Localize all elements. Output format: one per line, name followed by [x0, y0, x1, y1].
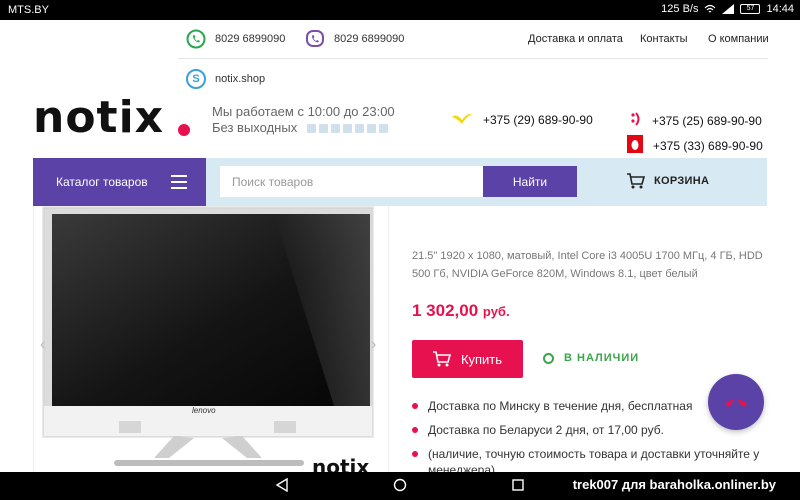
- cart-link[interactable]: КОРЗИНА: [627, 173, 709, 189]
- cart-label: КОРЗИНА: [654, 175, 710, 187]
- product-specs: 21.5" 1920 x 1080, матовый, Intel Core i…: [412, 250, 763, 280]
- monitor-illustration: [42, 206, 374, 466]
- phone-mts[interactable]: +375 (33) 689-90-90: [627, 135, 763, 156]
- buy-label: Купить: [460, 351, 503, 367]
- phone-velcom-number: +375 (29) 689-90-90: [483, 112, 593, 127]
- carrier-label: MTS.BY: [8, 4, 49, 16]
- search-input[interactable]: Поиск товаров: [220, 166, 483, 197]
- home-icon[interactable]: [393, 478, 407, 492]
- android-nav-bar: trek007 для baraholka.onliner.by: [0, 472, 800, 500]
- call-button[interactable]: [708, 374, 764, 430]
- product-price: 1 302,00 руб.: [412, 301, 510, 321]
- phone-mts-number: +375 (33) 689-90-90: [653, 138, 763, 153]
- phone-icon: [725, 399, 747, 407]
- prev-image-arrow[interactable]: ‹: [40, 336, 45, 354]
- back-icon[interactable]: [275, 478, 289, 492]
- menu-icon: [171, 175, 187, 189]
- hours-line-2: Без выходных: [212, 120, 395, 136]
- cart-icon: [627, 173, 645, 189]
- viber-icon: [305, 29, 325, 49]
- network-speed: 125 B/s: [661, 3, 699, 15]
- viber-contact[interactable]: 8029 6899090: [305, 29, 404, 49]
- notix-shop-link[interactable]: S notix.shop: [186, 69, 265, 89]
- price-value: 1 302,00: [412, 301, 479, 320]
- recent-apps-icon[interactable]: [511, 478, 525, 492]
- working-hours: Мы работаем с 10:00 до 23:00 Без выходны…: [212, 104, 395, 136]
- whatsapp-icon: [186, 29, 206, 49]
- cart-icon: [432, 351, 451, 367]
- hours-line-2-text: Без выходных: [212, 120, 298, 135]
- monitor-brand-label: lenovo: [192, 406, 216, 415]
- hours-line-1: Мы работаем с 10:00 до 23:00: [212, 104, 395, 119]
- image-watermark-logo: notix: [312, 455, 370, 472]
- price-currency: руб.: [482, 304, 510, 319]
- phone-life[interactable]: +375 (25) 689-90-90: [630, 111, 762, 130]
- velcom-icon: [451, 111, 473, 128]
- weekday-dots: [306, 124, 388, 134]
- signal-icon: [722, 4, 735, 14]
- wifi-icon: [705, 4, 716, 13]
- whatsapp-phone: 8029 6899090: [215, 33, 286, 45]
- battery-icon: 57: [740, 4, 761, 14]
- nav-delivery-link[interactable]: Доставка и оплата: [528, 33, 623, 45]
- android-nav-icons: [275, 478, 525, 492]
- mts-icon: [627, 135, 643, 156]
- top-divider: [178, 58, 768, 59]
- logo-dot: [178, 124, 190, 136]
- whatsapp-contact[interactable]: 8029 6899090: [186, 29, 285, 49]
- nav-about-link[interactable]: О компании: [708, 33, 769, 45]
- life-icon: [630, 111, 642, 130]
- stock-status: В НАЛИЧИИ: [543, 352, 639, 364]
- catalog-button[interactable]: Каталог товаров: [33, 158, 206, 206]
- delivery-item: Доставка по Беларуси 2 дня, от 17,00 руб…: [412, 422, 772, 438]
- notix-shop-label: notix.shop: [215, 73, 266, 85]
- search-placeholder: Поиск товаров: [232, 174, 314, 189]
- watermark-text: trek007 для baraholka.onliner.by: [572, 477, 776, 492]
- phone-life-number: +375 (25) 689-90-90: [652, 113, 762, 128]
- next-image-arrow[interactable]: ›: [371, 336, 376, 354]
- search-button[interactable]: Найти: [483, 166, 577, 197]
- clock: 14:44: [766, 3, 794, 15]
- buy-button[interactable]: Купить: [412, 340, 523, 378]
- phone-velcom[interactable]: +375 (29) 689-90-90: [451, 111, 593, 128]
- main-navbar: Каталог товаров Поиск товаров Найти КОРЗ…: [33, 158, 767, 206]
- nav-contacts-link[interactable]: Контакты: [640, 33, 688, 45]
- status-bar: MTS.BY 125 B/s 57 14:44: [0, 0, 800, 20]
- top-contacts-bar: 8029 6899090 8029 6899090 Доставка и опл…: [0, 20, 800, 60]
- catalog-label: Каталог товаров: [56, 175, 148, 189]
- product-image[interactable]: lenovo notix: [33, 206, 389, 472]
- screen: MTS.BY 125 B/s 57 14:44 8029 6899090 802…: [0, 0, 800, 500]
- status-right: 125 B/s 57 14:44: [661, 3, 794, 15]
- viber-phone: 8029 6899090: [334, 33, 405, 45]
- notix-shop-icon: S: [186, 69, 206, 89]
- stock-label: В НАЛИЧИИ: [564, 352, 640, 364]
- stock-indicator-icon: [543, 352, 554, 364]
- site-logo[interactable]: notix: [33, 96, 164, 140]
